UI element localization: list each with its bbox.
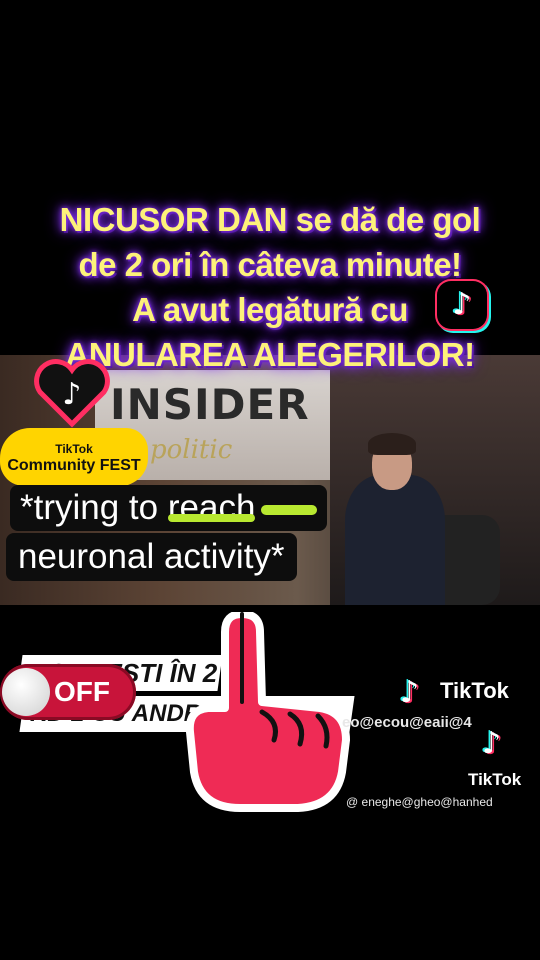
toggle-knob bbox=[2, 668, 50, 716]
caption-line-2: neuronal activity* bbox=[6, 533, 297, 581]
tiktok-note-icon: ♪ bbox=[452, 287, 472, 322]
person-body bbox=[345, 475, 445, 605]
pointing-finger-icon bbox=[185, 612, 350, 812]
fest-badge-big: Community FEST bbox=[7, 457, 141, 474]
tiktok-badge[interactable]: ♪ bbox=[437, 281, 487, 329]
tiktok-logo-icon-2: ♪ bbox=[482, 726, 502, 761]
watermark-brand: TikTok bbox=[440, 678, 509, 703]
svg-text:♪: ♪ bbox=[62, 377, 81, 412]
video-brand-subtext: politic bbox=[150, 435, 233, 465]
tiktok-heart-icon: ♪ bbox=[34, 359, 110, 428]
caption-prefix: *trying to bbox=[20, 488, 168, 527]
person-hair bbox=[368, 433, 416, 455]
video-brand-text: INSIDER bbox=[110, 380, 310, 429]
tiktok-logo-icon: ♪ bbox=[400, 675, 420, 710]
watermark-username: eo@ecou@eaii@4 bbox=[342, 714, 472, 731]
toggle-label: OFF bbox=[54, 676, 110, 707]
fest-badge-small: TikTok bbox=[55, 442, 93, 456]
watermark-brand-2: TikTok bbox=[468, 770, 522, 789]
caption-struck-word: reach bbox=[167, 488, 256, 527]
caption-highlight-blank bbox=[261, 504, 318, 515]
caption-line-1: *trying to reach bbox=[10, 485, 328, 531]
title-line-1: NICUSOR DAN se dă de gol bbox=[59, 201, 481, 238]
watermark-username-2: @ eneghe@gheo@hanhed bbox=[346, 795, 493, 809]
